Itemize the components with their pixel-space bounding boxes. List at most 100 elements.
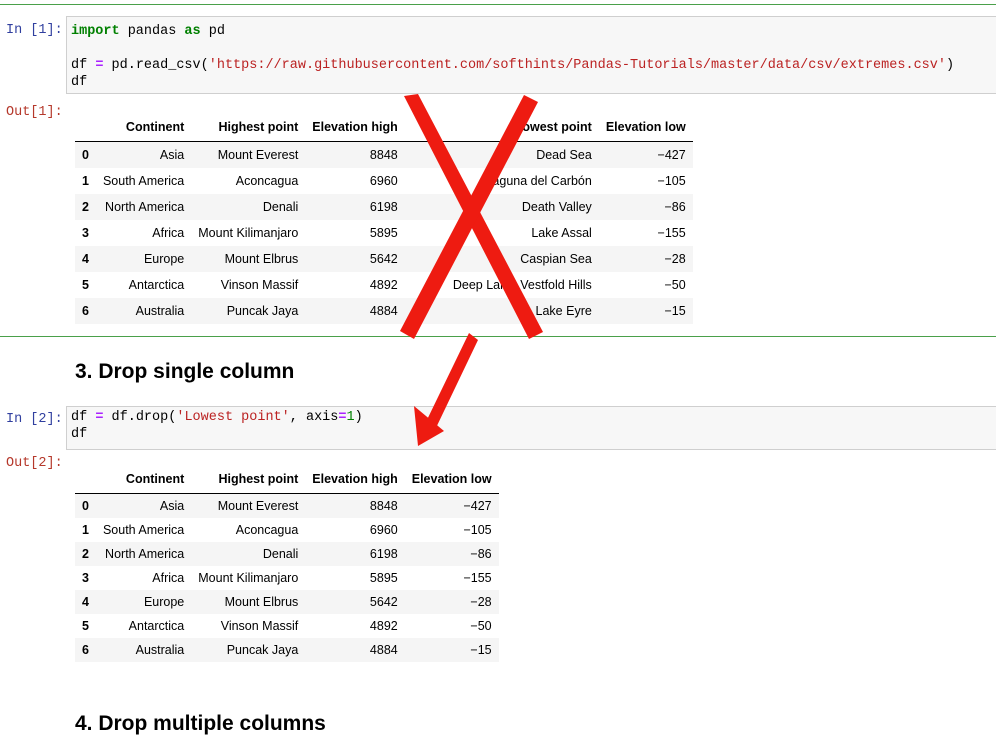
table1-cell: Africa	[96, 220, 191, 246]
table2-cell: −105	[405, 518, 499, 542]
table2-cell: Asia	[96, 494, 191, 519]
code-cell-1-line-1: import pandas as pd	[67, 23, 996, 40]
code-cell-2-line-2-highlight: df	[67, 427, 89, 442]
table1-cell: Antarctica	[96, 272, 191, 298]
token-csv-url-string: 'https://raw.githubusercontent.com/softh…	[209, 58, 946, 73]
dataframe-output-2: Continent Highest point Elevation high E…	[75, 468, 499, 662]
table1-cell: Mount Kilimanjaro	[191, 220, 305, 246]
code-cell-1-line-2-blank	[67, 40, 996, 57]
table1-cell: Europe	[96, 246, 191, 272]
table1-cell: 8848	[305, 142, 404, 169]
table1-cell: −50	[599, 272, 693, 298]
table2-cell: 4884	[305, 638, 404, 662]
table1-body: 0AsiaMount Everest8848Dead Sea−427 1Sout…	[75, 142, 693, 325]
table-row: 2North AmericaDenali6198Death Valley−86	[75, 194, 693, 220]
table1-cell: 6198	[305, 194, 404, 220]
table1-cell: −86	[599, 194, 693, 220]
table2-row-index: 4	[75, 590, 96, 614]
table2-cell: −427	[405, 494, 499, 519]
table2-row-index: 3	[75, 566, 96, 590]
token-lowest-point-string: 'Lowest point'	[176, 410, 289, 425]
dataframe-table-1: Continent Highest point Elevation high L…	[75, 116, 693, 324]
table2-col-header: Continent	[96, 468, 191, 494]
table2-cell: −155	[405, 566, 499, 590]
table-row: 3AfricaMount Kilimanjaro5895−155	[75, 566, 499, 590]
table2-header-row: Continent Highest point Elevation high E…	[75, 468, 499, 494]
table1-col-header: Elevation low	[599, 116, 693, 142]
table2-cell: Mount Everest	[191, 494, 305, 519]
table1-cell: Death Valley	[405, 194, 599, 220]
table1-cell: Mount Elbrus	[191, 246, 305, 272]
prompt-in-2: In [2]:	[6, 412, 63, 427]
table1-cell: Puncak Jaya	[191, 298, 305, 324]
table2-cell: 8848	[305, 494, 404, 519]
table1-col-header: Lowest point	[405, 116, 599, 142]
prompt-in-1: In [1]:	[6, 23, 63, 38]
table2-cell: Antarctica	[96, 614, 191, 638]
table2-cell: Africa	[96, 566, 191, 590]
token-close-paren: )	[946, 58, 954, 73]
token-pd-alias: pd	[201, 24, 225, 39]
table2-cell: South America	[96, 518, 191, 542]
table1-cell: Asia	[96, 142, 191, 169]
table2-cell: Puncak Jaya	[191, 638, 305, 662]
table2-cell: 5642	[305, 590, 404, 614]
prompt-out-2: Out[2]:	[6, 456, 63, 471]
table-row: 4EuropeMount Elbrus5642Caspian Sea−28	[75, 246, 693, 272]
table-row: 6AustraliaPuncak Jaya4884−15	[75, 638, 499, 662]
table1-cell: Aconcagua	[191, 168, 305, 194]
table1-cell: North America	[96, 194, 191, 220]
markdown-heading-3: 3. Drop single column	[75, 360, 294, 384]
token-axis-value: 1	[346, 410, 354, 425]
table1-col-header: Elevation high	[305, 116, 404, 142]
token-close-paren: )	[355, 410, 363, 425]
table2-cell: Mount Kilimanjaro	[191, 566, 305, 590]
table1-cell: Denali	[191, 194, 305, 220]
dataframe-table-2: Continent Highest point Elevation high E…	[75, 468, 499, 662]
table2-cell: 4892	[305, 614, 404, 638]
cell-separator-1	[0, 336, 996, 337]
table2-cell: Denali	[191, 542, 305, 566]
code-cell-1-line-3: df = pd.read_csv('https://raw.githubuser…	[67, 57, 996, 74]
table2-row-index: 1	[75, 518, 96, 542]
table2-cell: −86	[405, 542, 499, 566]
table2-body: 0AsiaMount Everest8848−427 1South Americ…	[75, 494, 499, 663]
code-cell-1-line-4: df	[67, 74, 996, 91]
table2-cell: North America	[96, 542, 191, 566]
table1-cell: −427	[599, 142, 693, 169]
token-df-lhs: df	[71, 58, 95, 73]
token-pandas-module: pandas	[120, 24, 185, 39]
table1-col-header: Continent	[96, 116, 191, 142]
table2-head: Continent Highest point Elevation high E…	[75, 468, 499, 494]
dataframe-output-1: Continent Highest point Elevation high L…	[75, 116, 693, 324]
token-read-csv-call: pd.read_csv(	[103, 58, 208, 73]
table2-cell: −15	[405, 638, 499, 662]
table1-row-index: 6	[75, 298, 96, 324]
table-row: 0AsiaMount Everest8848Dead Sea−427	[75, 142, 693, 169]
table1-row-index: 5	[75, 272, 96, 298]
table2-row-index: 0	[75, 494, 96, 519]
table1-cell: −155	[599, 220, 693, 246]
table1-cell: Mount Everest	[191, 142, 305, 169]
table1-cell: Lake Eyre	[405, 298, 599, 324]
code-cell-2[interactable]: df = df.drop('Lowest point', axis=1) df	[66, 406, 996, 450]
table2-cell: Aconcagua	[191, 518, 305, 542]
table1-cell: 4884	[305, 298, 404, 324]
table1-head: Continent Highest point Elevation high L…	[75, 116, 693, 142]
code-cell-2-line-1: df = df.drop('Lowest point', axis=1)	[67, 409, 996, 426]
token-axis-kwarg: , axis	[290, 410, 339, 425]
table2-cell: Mount Elbrus	[191, 590, 305, 614]
table1-cell: 5642	[305, 246, 404, 272]
table2-cell: 5895	[305, 566, 404, 590]
table1-cell: Caspian Sea	[405, 246, 599, 272]
table-row: 1South AmericaAconcagua6960Laguna del Ca…	[75, 168, 693, 194]
code-cell-1[interactable]: import pandas as pd df = pd.read_csv('ht…	[66, 16, 996, 94]
table1-index-header	[75, 116, 96, 142]
table1-cell: −105	[599, 168, 693, 194]
token-df-lhs: df	[71, 410, 95, 425]
table2-row-index: 2	[75, 542, 96, 566]
table-row: 1South AmericaAconcagua6960−105	[75, 518, 499, 542]
table1-cell: Australia	[96, 298, 191, 324]
table1-cell: −28	[599, 246, 693, 272]
table-row: 0AsiaMount Everest8848−427	[75, 494, 499, 519]
